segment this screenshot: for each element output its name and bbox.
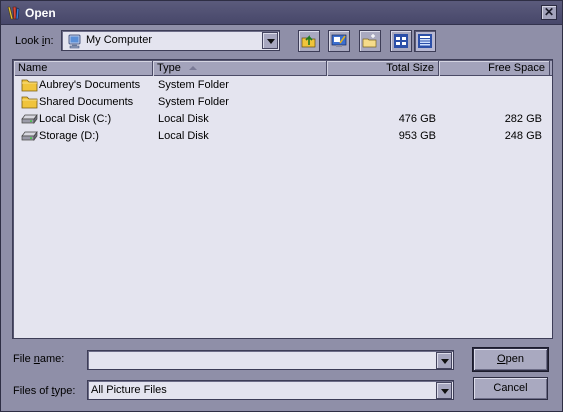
item-name: Storage (D:) (39, 130, 99, 142)
open-dialog: Open ✕ Look in: My Computer Name Type To… (0, 0, 563, 412)
file-name-label: File name: (13, 353, 65, 365)
item-name: Shared Documents (39, 96, 134, 108)
column-header-total-size[interactable]: Total Size (327, 61, 439, 76)
up-one-level-button[interactable] (298, 30, 320, 52)
list-view-button[interactable] (390, 30, 412, 52)
drive-icon (21, 113, 38, 125)
look-in-label: Look in: (15, 35, 54, 47)
file-list[interactable]: Name Type Total Size Free Space Aubrey's… (12, 59, 553, 339)
item-total-size: 953 GB (398, 130, 436, 142)
create-new-folder-button[interactable] (359, 30, 381, 52)
look-in-dropdown-button[interactable] (262, 32, 278, 49)
item-total-size: 476 GB (398, 113, 436, 125)
column-header-type[interactable]: Type (153, 61, 327, 76)
new-folder-icon (362, 34, 377, 48)
files-of-type-value: All Picture Files (91, 384, 167, 396)
item-type: System Folder (158, 96, 229, 108)
list-item[interactable]: Aubrey's Documents System Folder (14, 77, 552, 94)
desktop-button[interactable] (328, 30, 350, 52)
list-item[interactable]: Local Disk (C:) Local Disk 476 GB 282 GB (14, 111, 552, 128)
app-icon (7, 6, 20, 20)
desktop-icon (331, 34, 347, 47)
list-view-icon (394, 34, 408, 48)
folder-icon (21, 79, 38, 92)
folder-icon (21, 96, 38, 109)
sort-ascending-icon (188, 66, 197, 71)
look-in-combo[interactable]: My Computer (61, 30, 280, 51)
up-folder-icon (301, 35, 316, 48)
open-button[interactable]: Open (472, 347, 549, 372)
column-header-name[interactable]: Name (14, 61, 153, 76)
item-free-space: 248 GB (504, 130, 542, 142)
item-type: System Folder (158, 79, 229, 91)
close-icon: ✕ (543, 5, 555, 19)
column-header-free-space[interactable]: Free Space (439, 61, 550, 76)
title-bar[interactable]: Open ✕ (1, 1, 562, 25)
close-button[interactable]: ✕ (541, 5, 557, 20)
item-name: Local Disk (C:) (39, 113, 112, 125)
details-view-button[interactable] (414, 30, 436, 52)
details-view-icon (418, 34, 432, 48)
list-item[interactable]: Storage (D:) Local Disk 953 GB 248 GB (14, 128, 552, 145)
item-type: Local Disk (158, 113, 209, 125)
files-of-type-label: Files of type: (13, 385, 76, 397)
cancel-button[interactable]: Cancel (473, 377, 548, 400)
file-name-dropdown-button[interactable] (436, 352, 452, 369)
list-header: Name Type Total Size Free Space (14, 61, 552, 76)
look-in-value: My Computer (86, 34, 153, 46)
window-title: Open (25, 6, 56, 20)
drive-icon (21, 130, 38, 142)
item-type: Local Disk (158, 130, 209, 142)
list-item[interactable]: Shared Documents System Folder (14, 94, 552, 111)
my-computer-icon (68, 34, 81, 49)
files-of-type-select[interactable]: All Picture Files (87, 380, 454, 400)
item-free-space: 282 GB (504, 113, 542, 125)
item-name: Aubrey's Documents (39, 79, 141, 91)
files-of-type-dropdown-button[interactable] (436, 382, 452, 399)
file-name-field[interactable] (87, 350, 454, 370)
